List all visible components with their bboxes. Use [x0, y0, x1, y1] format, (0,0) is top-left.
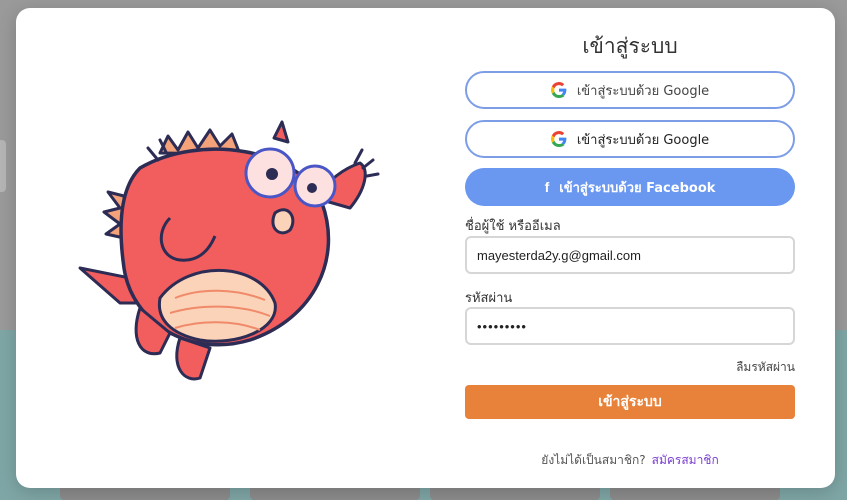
background-side-tab	[0, 140, 6, 192]
login-panel: เข้าสู่ระบบ เข้าสู่ระบบด้วย Google เข้าส…	[465, 8, 795, 488]
dragon-mascot-illustration	[78, 120, 380, 381]
username-input[interactable]	[465, 236, 795, 274]
google-login-button-secondary[interactable]: เข้าสู่ระบบด้วย Google	[465, 120, 795, 158]
signup-link[interactable]: สมัครสมาชิก	[652, 453, 719, 467]
forgot-password-link[interactable]: ลืมรหัสผ่าน	[736, 358, 795, 377]
facebook-login-button[interactable]: f เข้าสู่ระบบด้วย Facebook	[465, 168, 795, 206]
login-modal: เข้าสู่ระบบ เข้าสู่ระบบด้วย Google เข้าส…	[16, 8, 835, 488]
google-login-label: เข้าสู่ระบบด้วย Google	[576, 83, 710, 99]
facebook-icon: f	[544, 179, 550, 195]
password-label: รหัสผ่าน	[465, 291, 513, 306]
username-label: ชื่อผู้ใช้ หรืออีเมล	[465, 219, 561, 234]
signup-row: ยังไม่ได้เป็นสมาชิก? สมัครสมาชิก	[465, 451, 795, 470]
google-logo-icon	[550, 82, 567, 98]
signup-prompt: ยังไม่ได้เป็นสมาชิก?	[541, 453, 646, 467]
facebook-login-label: เข้าสู่ระบบด้วย Facebook	[559, 180, 716, 196]
google-login-label: เข้าสู่ระบบด้วย Google	[576, 132, 710, 148]
google-login-button[interactable]: เข้าสู่ระบบด้วย Google	[465, 71, 795, 109]
modal-title: เข้าสู่ระบบ	[582, 35, 678, 58]
password-input[interactable]	[465, 307, 795, 345]
login-button[interactable]: เข้าสู่ระบบ	[465, 385, 795, 419]
google-logo-icon	[550, 131, 567, 147]
